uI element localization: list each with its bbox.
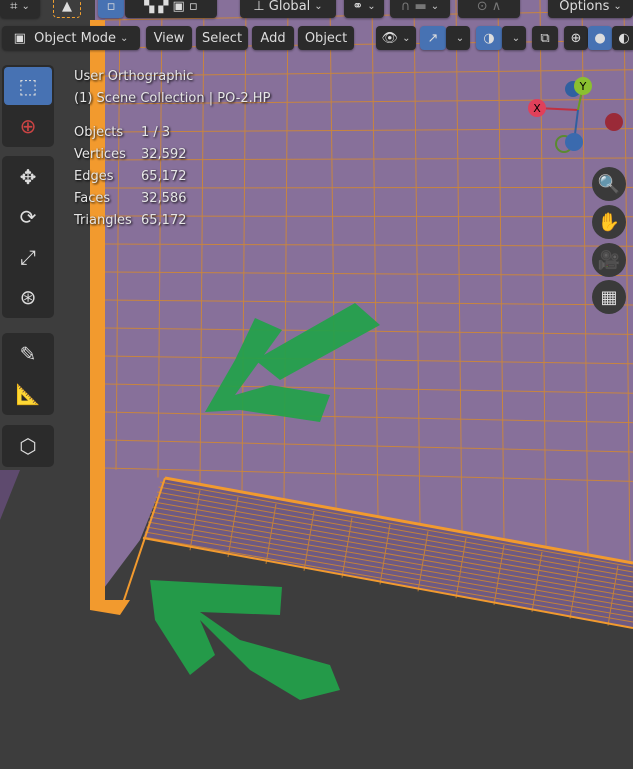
gizmo-y: Y xyxy=(579,80,587,93)
ortho-grid-icon[interactable]: ▦ xyxy=(592,280,626,314)
options-label: Options xyxy=(559,0,610,14)
proportional-editing[interactable]: ⊙ ∧ xyxy=(458,0,520,18)
tool-group-add: ⬡ xyxy=(2,425,54,467)
camera-view-icon[interactable]: 🎥 xyxy=(592,243,626,277)
add-cube-tool[interactable]: ⬡ xyxy=(4,427,52,465)
mode-dropdown[interactable]: ▣ Object Mode ⌄ xyxy=(2,26,140,50)
options-dropdown[interactable]: Options ⌄ xyxy=(548,0,633,18)
snapping-toggle[interactable]: ∩ ▬ ⌄ xyxy=(390,0,450,18)
annotate-tool[interactable]: ✎ xyxy=(4,335,52,373)
measure-tool[interactable]: 📐 xyxy=(4,375,52,413)
scene-stats: Objects 1 / 3 Vertices 32,592 Edges 65,172 … xyxy=(74,122,270,232)
viewport-info: User Orthographic (1) Scene Collection |… xyxy=(74,66,270,232)
menu-select[interactable]: Select xyxy=(196,26,248,50)
shading-wireframe[interactable]: ⊕ xyxy=(564,26,588,50)
tool-group-transform: ✥ ⟳ ⤢ ⊛ xyxy=(2,156,54,318)
stat-edges: Edges 65,172 xyxy=(74,169,187,184)
select-mode-new[interactable]: ▫ xyxy=(98,0,124,18)
stat-objects: Objects 1 / 3 xyxy=(74,125,171,140)
tool-group-select: ⬚ ⊕ xyxy=(2,65,54,147)
transform-orientation-dropdown[interactable]: ⊥ Global ⌄ xyxy=(240,0,336,18)
gizmo-x: X xyxy=(533,102,541,115)
menu-view[interactable]: View xyxy=(146,26,192,50)
zoom-icon[interactable]: 🔍 xyxy=(592,167,626,201)
select-box-tool[interactable]: ⬚ xyxy=(4,67,52,105)
xray-toggle[interactable]: ⧉ xyxy=(532,26,558,50)
transform-tool[interactable]: ⊛ xyxy=(4,278,52,316)
shading-material[interactable]: ◐ xyxy=(612,26,633,50)
gizmo-toggle[interactable]: ↗ xyxy=(420,26,446,50)
view-name: User Orthographic xyxy=(74,69,194,84)
stat-vertices: Vertices 32,592 xyxy=(74,147,187,162)
move-tool[interactable]: ✥ xyxy=(4,158,52,196)
cursor-tool[interactable]: ⊕ xyxy=(4,107,52,145)
snap-menu[interactable]: ⌗ ⌄ xyxy=(0,0,40,18)
mode-label: Object Mode xyxy=(34,30,117,46)
rotate-tool[interactable]: ⟳ xyxy=(4,198,52,236)
visibility-dropdown[interactable]: 👁 ⌄ xyxy=(376,26,416,50)
stat-faces: Faces 32,586 xyxy=(74,191,187,206)
pan-hand-icon[interactable]: ✋ xyxy=(592,205,626,239)
pivot-dropdown[interactable]: ⚭ ⌄ xyxy=(344,0,384,18)
collection-name: (1) Scene Collection | PO-2.HP xyxy=(74,91,271,106)
menu-object[interactable]: Object xyxy=(298,26,354,50)
select-tool-icon[interactable]: ▲ xyxy=(53,0,81,18)
overlay-toggle[interactable]: ◑ xyxy=(476,26,502,50)
tool-group-annotate: ✎ 📐 xyxy=(2,333,54,415)
overlay-dropdown[interactable]: ⌄ xyxy=(502,26,526,50)
scale-tool[interactable]: ⤢ xyxy=(4,238,52,276)
menu-add[interactable]: Add xyxy=(252,26,294,50)
select-mode-options[interactable]: ▚ ▞ ▣ ▫ xyxy=(125,0,217,18)
gizmo-dropdown[interactable]: ⌄ xyxy=(446,26,470,50)
stat-triangles: Triangles 65,172 xyxy=(74,213,187,228)
side-object xyxy=(0,470,20,520)
orientation-label: Global xyxy=(268,0,311,14)
shading-solid[interactable]: ● xyxy=(588,26,612,50)
